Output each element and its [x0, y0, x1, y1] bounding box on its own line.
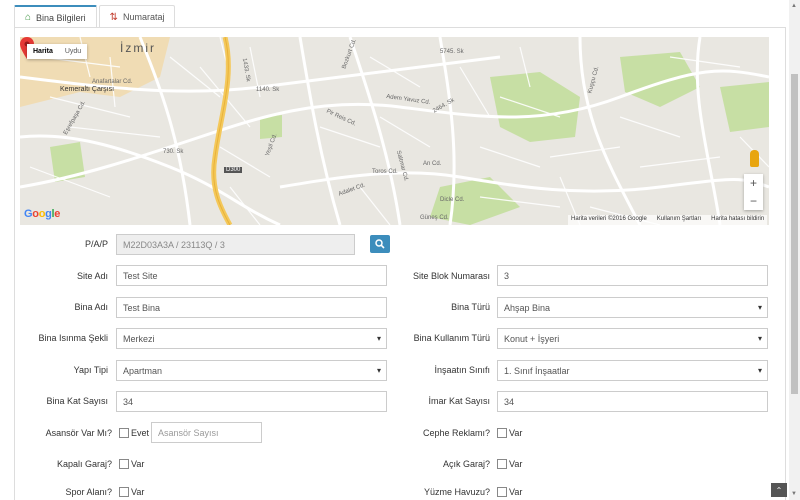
kapali-garaj-checkbox[interactable] [119, 459, 129, 469]
map-label: 5745. Sk [440, 49, 464, 55]
tab-numarataj[interactable]: ⇅ Numarataj [98, 5, 176, 28]
tab-bina-bilgileri[interactable]: ⌂ Bina Bilgileri [14, 5, 97, 28]
insaat-sinifi-label: İnşaatın Sınıfı [434, 365, 490, 375]
acik-garaj-checkbox[interactable] [497, 459, 507, 469]
spor-check-label: Var [131, 487, 145, 497]
google-logo: Google [24, 208, 61, 220]
scrollbar-thumb[interactable] [791, 74, 798, 394]
kapali-garaj-check-label: Var [131, 459, 145, 469]
havuz-label: Yüzme Havuzu? [423, 487, 490, 497]
zoom-in-button[interactable]: + [750, 176, 757, 190]
pap-field[interactable]: M22D03A3A / 23113Q / 3 [116, 234, 355, 255]
havuz-check-label: Var [509, 487, 523, 497]
map[interactable]: İzmir Kemeraltı Çarşısı Anafartalar Cd. … [20, 37, 769, 225]
kullanim-label: Bina Kullanım Türü [413, 333, 490, 343]
site-adi-label: Site Adı [76, 271, 108, 281]
imar-kat-label: İmar Kat Sayısı [428, 396, 490, 406]
acik-garaj-label: Açık Garaj? [442, 459, 490, 469]
havuz-checkbox[interactable] [497, 487, 507, 497]
map-footer: Harita verileri ©2016 Google Kullanım Şa… [568, 215, 768, 225]
spor-checkbox[interactable] [119, 487, 129, 497]
map-city-label: İzmir [120, 41, 156, 55]
map-type-control: Harita Uydu [27, 44, 88, 59]
tab-bar: ⌂ Bina Bilgileri ⇅ Numarataj [14, 5, 177, 28]
zoom-control: + − [744, 174, 763, 210]
bina-turu-label: Bina Türü [451, 302, 490, 312]
insaat-sinifi-select[interactable]: 1. Sınıf İnşaatlar [497, 360, 768, 381]
acik-garaj-check-label: Var [509, 459, 523, 469]
map-report-link[interactable]: Harita hatası bildirin [711, 216, 764, 224]
spor-label: Spor Alanı? [65, 487, 112, 497]
map-terms-link[interactable]: Kullanım Şartları [657, 216, 701, 224]
isinma-select[interactable]: Merkezi [116, 328, 387, 349]
cephe-label: Cephe Reklamı? [422, 428, 490, 438]
asansor-checkbox[interactable] [119, 428, 129, 438]
zoom-out-button[interactable]: − [750, 194, 757, 208]
isinma-label: Bina Isınma Şekli [38, 333, 108, 343]
map-attribution: Harita verileri ©2016 Google [571, 216, 647, 222]
tab-label: Numarataj [122, 12, 165, 22]
home-icon: ⌂ [25, 12, 32, 23]
pap-label: P/A/P [84, 239, 108, 249]
tab-label: Bina Bilgileri [36, 12, 86, 23]
map-label: An Cd. [423, 161, 442, 167]
kapali-garaj-label: Kapalı Garaj? [56, 459, 112, 469]
kat-sayisi-input[interactable]: 34 [116, 391, 387, 412]
site-blok-input[interactable]: 3 [497, 265, 768, 286]
map-label: 1140. Sk [256, 87, 280, 93]
bina-adi-input[interactable]: Test Bina [116, 297, 387, 318]
map-label: Güneş Cd. [420, 215, 449, 221]
map-label: Dicle Cd. [440, 197, 465, 203]
search-button[interactable] [370, 235, 390, 253]
map-label: Kemeraltı Çarşısı [60, 86, 115, 93]
map-label: 730. Sk [163, 149, 184, 155]
site-adi-input[interactable]: Test Site [116, 265, 387, 286]
asansor-check-label: Evet [131, 428, 150, 438]
map-type-harita[interactable]: Harita [27, 44, 59, 59]
highway-shield: D300 [224, 167, 243, 173]
page-scrollbar[interactable]: ▲ ▼ [789, 0, 800, 500]
map-canvas [20, 37, 769, 225]
cephe-check-label: Var [509, 428, 523, 438]
map-type-uydu[interactable]: Uydu [59, 44, 87, 59]
bina-adi-label: Bina Adı [74, 302, 108, 312]
map-label: Anafartalar Cd. [92, 79, 133, 85]
scroll-to-top-button[interactable]: ⌃ [771, 483, 787, 497]
kullanim-select[interactable]: Konut + İşyeri [497, 328, 768, 349]
asansor-sayisi-input[interactable]: Asansör Sayısı [151, 422, 262, 443]
map-label: Toros Cd. [372, 169, 398, 175]
scroll-up-icon[interactable]: ▲ [791, 3, 797, 9]
cephe-checkbox[interactable] [497, 428, 507, 438]
scroll-down-icon[interactable]: ▼ [791, 491, 797, 497]
street-view-pegman-icon[interactable] [750, 150, 759, 167]
sort-icon: ⇅ [109, 11, 118, 23]
site-blok-label: Site Blok Numarası [412, 271, 490, 281]
bina-turu-select[interactable]: Ahşap Bina [497, 297, 768, 318]
double-chevron-up-icon: ⌃ [775, 485, 783, 495]
kat-sayisi-label: Bina Kat Sayısı [46, 396, 108, 406]
asansor-label: Asansör Var Mı? [45, 428, 112, 438]
yapi-tipi-select[interactable]: Apartman [116, 360, 387, 381]
yapi-tipi-label: Yapı Tipi [73, 365, 108, 375]
imar-kat-input[interactable]: 34 [497, 391, 768, 412]
search-icon [375, 239, 385, 249]
page: { "tabs": [ {"label": "Bina Bilgileri", … [0, 0, 800, 500]
